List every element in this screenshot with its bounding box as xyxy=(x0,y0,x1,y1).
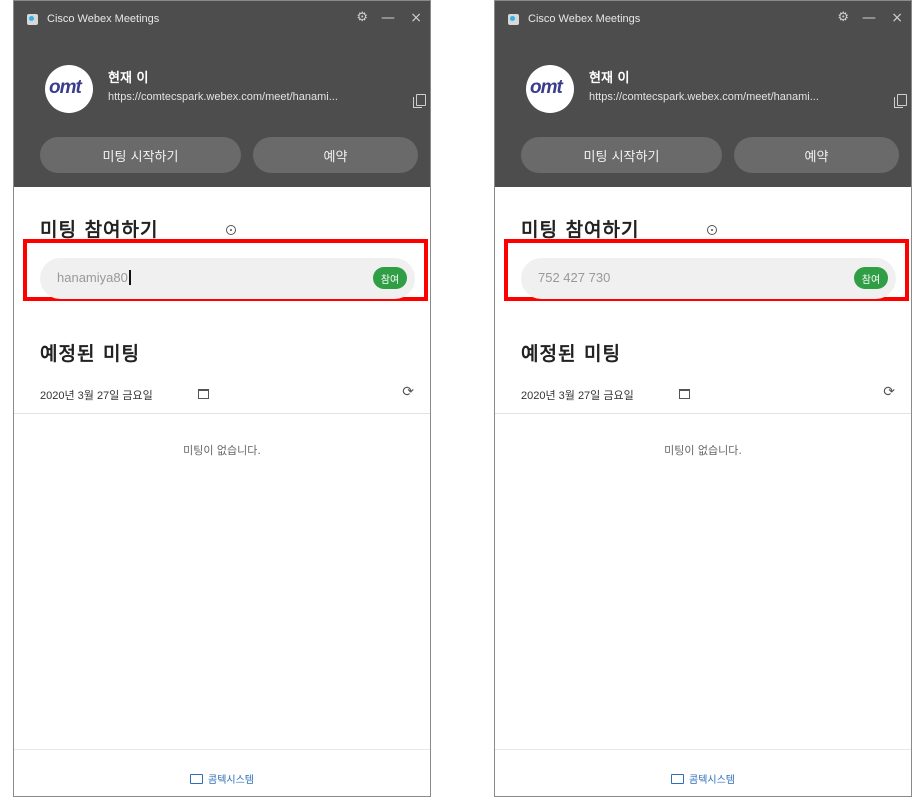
personal-room-url: https://comtecspark.webex.com/meet/hanam… xyxy=(108,91,338,103)
device-connection-link[interactable]: 콤텍시스템 xyxy=(14,771,430,786)
text-caret xyxy=(128,270,131,285)
no-meetings-message: 미팅이 없습니다. xyxy=(183,444,261,457)
device-link-label: 콤텍시스템 xyxy=(689,775,735,786)
refresh-icon[interactable]: ⟳ xyxy=(402,384,414,400)
footer-divider xyxy=(14,749,430,750)
window-title: Cisco Webex Meetings xyxy=(47,13,160,25)
join-input-text: hanamiya80 xyxy=(57,270,128,285)
gear-icon[interactable]: ⚙ xyxy=(356,10,368,26)
join-meeting-title: 미팅 참여하기 xyxy=(521,219,640,241)
webex-app-icon xyxy=(27,14,38,25)
copy-icon[interactable] xyxy=(894,94,907,108)
user-name: 현재 이 xyxy=(589,71,630,86)
start-meeting-button[interactable]: 미팅 시작하기 xyxy=(521,137,722,173)
title-bar[interactable]: Cisco Webex Meetings ⚙ — × xyxy=(495,1,911,43)
calendar-icon[interactable] xyxy=(679,389,690,399)
no-meetings-message: 미팅이 없습니다. xyxy=(664,444,742,457)
scheduled-meetings-title: 예정된 미팅 xyxy=(40,343,141,365)
date-label: 2020년 3월 27일 금요일 xyxy=(521,390,634,402)
divider xyxy=(495,413,911,414)
refresh-icon[interactable]: ⟳ xyxy=(883,384,895,400)
join-button[interactable]: 참여 xyxy=(854,267,888,289)
info-icon[interactable] xyxy=(226,225,236,235)
calendar-icon[interactable] xyxy=(198,389,209,399)
personal-room-url: https://comtecspark.webex.com/meet/hanam… xyxy=(589,91,819,103)
date-label: 2020년 3월 27일 금요일 xyxy=(40,390,153,402)
join-input-value[interactable]: 752 427 730 xyxy=(538,270,610,285)
avatar-logo-text: omt xyxy=(530,77,563,98)
webex-window-left: Cisco Webex Meetings ⚙ — × omt 현재 이 http… xyxy=(13,0,431,797)
minimize-icon[interactable]: — xyxy=(381,10,395,26)
join-meeting-input[interactable]: hanamiya80 참여 xyxy=(40,258,415,299)
join-meeting-title: 미팅 참여하기 xyxy=(40,219,159,241)
start-meeting-button[interactable]: 미팅 시작하기 xyxy=(40,137,241,173)
close-icon[interactable]: × xyxy=(410,10,422,26)
info-icon[interactable] xyxy=(707,225,717,235)
footer-divider xyxy=(495,749,911,750)
avatar[interactable]: omt xyxy=(526,65,574,113)
schedule-button[interactable]: 예약 xyxy=(734,137,899,173)
header-panel: Cisco Webex Meetings ⚙ — × omt 현재 이 http… xyxy=(495,1,911,187)
join-button[interactable]: 참여 xyxy=(373,267,407,289)
window-title: Cisco Webex Meetings xyxy=(528,13,641,25)
minimize-icon[interactable]: — xyxy=(862,10,876,26)
scheduled-meetings-title: 예정된 미팅 xyxy=(521,343,622,365)
gear-icon[interactable]: ⚙ xyxy=(837,10,849,26)
device-link-label: 콤텍시스템 xyxy=(208,775,254,786)
copy-icon[interactable] xyxy=(413,94,426,108)
avatar[interactable]: omt xyxy=(45,65,93,113)
webex-app-icon xyxy=(508,14,519,25)
user-name: 현재 이 xyxy=(108,71,149,86)
title-bar[interactable]: Cisco Webex Meetings ⚙ — × xyxy=(14,1,430,43)
divider xyxy=(14,413,430,414)
webex-window-right: Cisco Webex Meetings ⚙ — × omt 현재 이 http… xyxy=(494,0,912,797)
device-icon xyxy=(671,774,684,784)
header-panel: Cisco Webex Meetings ⚙ — × omt 현재 이 http… xyxy=(14,1,430,187)
join-input-value[interactable]: hanamiya80 xyxy=(57,270,131,285)
schedule-button[interactable]: 예약 xyxy=(253,137,418,173)
device-icon xyxy=(190,774,203,784)
join-meeting-input[interactable]: 752 427 730 참여 xyxy=(521,258,896,299)
device-connection-link[interactable]: 콤텍시스템 xyxy=(495,771,911,786)
avatar-logo-text: omt xyxy=(49,77,82,98)
close-icon[interactable]: × xyxy=(891,10,903,26)
